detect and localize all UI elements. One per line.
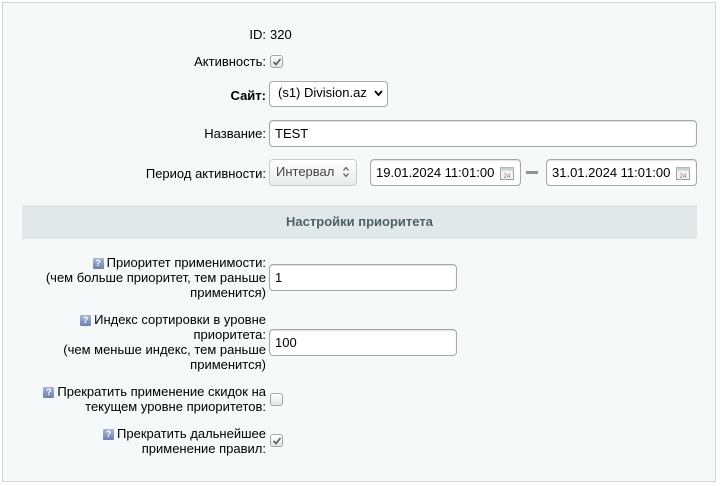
stop-further-checkbox[interactable] <box>270 434 283 447</box>
stop-further-label-line1: Прекратить дальнейшее <box>117 426 266 441</box>
date-range-dash <box>526 171 538 174</box>
active-label: Активность: <box>194 54 266 69</box>
priority-label-line1: Приоритет применимости: <box>106 255 266 270</box>
priority-section-header: Настройки приоритета <box>22 205 697 239</box>
stop-level-label-line1: Прекратить применение скидок на <box>57 384 266 399</box>
sort-label-line2: приоритета: <box>193 327 266 342</box>
sort-label-line3: (чем меньше индекс, тем раньше <box>63 342 266 357</box>
priority-input[interactable]: 1 <box>269 264 457 291</box>
period-type-select[interactable]: Интервал <box>269 159 357 186</box>
svg-text:24: 24 <box>680 174 687 180</box>
stop-level-label-line2: текущем уровне приоритетов: <box>85 399 266 414</box>
id-label: ID: <box>249 27 266 42</box>
checkmark-icon <box>272 58 282 66</box>
site-label: Сайт: <box>230 88 266 103</box>
date-from-value: 19.01.2024 11:01:00 <box>376 165 495 180</box>
name-input[interactable]: TEST <box>269 120 697 147</box>
stop-level-checkbox[interactable] <box>270 393 283 406</box>
chevron-down-icon <box>374 82 383 112</box>
period-type-value: Интервал <box>276 164 335 179</box>
help-icon[interactable]: ? <box>103 429 115 440</box>
sort-label-line1: Индекс сортировки в уровне <box>94 312 266 327</box>
sort-label-line4: применится) <box>190 357 266 372</box>
site-select[interactable]: (s1) Division.az <box>269 81 388 107</box>
date-from-input[interactable]: 19.01.2024 11:01:00 24 <box>370 159 521 186</box>
period-label: Период активности: <box>145 166 266 181</box>
site-select-value: (s1) Division.az <box>278 85 367 100</box>
svg-text:24: 24 <box>504 174 511 180</box>
help-icon[interactable]: ? <box>43 387 55 398</box>
sort-index-label: ? Индекс сортировки в уровне приоритета: … <box>63 312 266 372</box>
calendar-icon[interactable]: 24 <box>676 166 690 180</box>
priority-label: ? Приоритет применимости: (чем больше при… <box>46 255 266 300</box>
sort-index-input[interactable]: 100 <box>269 329 457 356</box>
date-to-input[interactable]: 31.01.2024 11:01:00 24 <box>546 159 697 186</box>
stop-level-label: ? Прекратить применение скидок на текущем… <box>43 384 266 414</box>
help-icon[interactable]: ? <box>92 258 104 269</box>
updown-arrows-icon <box>343 166 349 178</box>
priority-label-line2: (чем больше приоритет, тем раньше <box>45 270 266 285</box>
stop-further-label: ? Прекратить дальнейшее применение правил… <box>103 426 266 456</box>
checkmark-icon <box>272 437 282 445</box>
priority-label-line3: применится) <box>190 285 266 300</box>
id-value: 320 <box>270 27 292 42</box>
calendar-icon[interactable]: 24 <box>500 166 514 180</box>
help-icon[interactable]: ? <box>80 315 92 326</box>
date-to-value: 31.01.2024 11:01:00 <box>552 165 671 180</box>
active-checkbox[interactable] <box>270 55 283 68</box>
stop-further-label-line2: применение правил: <box>141 441 266 456</box>
name-label: Название: <box>204 126 266 141</box>
